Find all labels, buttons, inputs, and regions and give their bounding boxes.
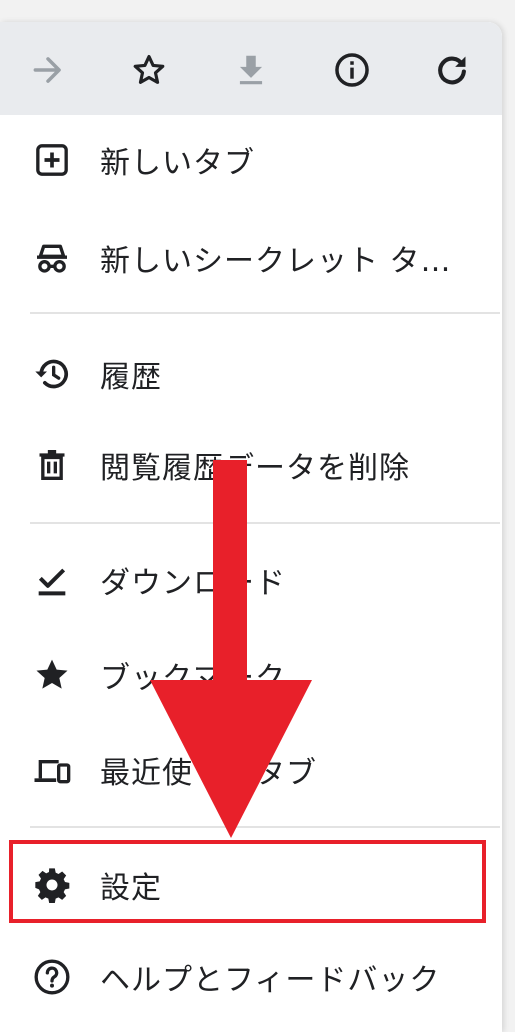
menu-item-label: 最近使ったタブ: [100, 756, 317, 791]
menu-item-label: ダウンロード: [100, 566, 286, 601]
reload-icon: [438, 56, 466, 85]
menu-divider: [30, 312, 500, 314]
forward-icon: [33, 57, 61, 83]
menu-item-bookmarks[interactable]: ブックマーク: [0, 630, 502, 720]
menu-item-new-tab[interactable]: 新しいタブ: [0, 115, 502, 205]
help-icon: [30, 955, 74, 999]
menu-item-label: 設定: [100, 871, 162, 906]
menu-divider: [30, 826, 500, 828]
trash-icon: [30, 443, 74, 487]
history-icon: [30, 352, 74, 396]
forward-button[interactable]: [26, 48, 70, 92]
bookmark-page-button[interactable]: [127, 48, 171, 92]
incognito-icon: [30, 236, 74, 280]
download-page-button[interactable]: [229, 48, 273, 92]
menu-item-label: 新しいシークレット タ…: [100, 244, 452, 279]
menu-divider: [30, 522, 500, 524]
menu-item-settings[interactable]: 設定: [0, 840, 502, 930]
menu-item-incognito-tab[interactable]: 新しいシークレット タ…: [0, 213, 502, 303]
info-icon: [335, 53, 369, 87]
menu-item-recent-tabs[interactable]: 最近使ったタブ: [0, 725, 502, 815]
menu-item-label: 履歴: [100, 360, 162, 395]
menu-toolbar: [0, 22, 502, 115]
settings-gear-icon: [30, 863, 74, 907]
devices-icon: [30, 748, 74, 792]
downloads-check-icon: [30, 558, 74, 602]
menu-item-history[interactable]: 履歴: [0, 329, 502, 419]
bookmark-star-icon: [133, 54, 165, 84]
menu-item-label: 新しいタブ: [100, 146, 255, 181]
menu-item-clear-browsing-data[interactable]: 閲覧履歴データを削除: [0, 420, 502, 510]
chrome-overflow-menu: 新しいタブ 新しいシークレット タ… 履歴 閲覧履歴データを削除 ダウンロード …: [0, 22, 502, 1032]
bookmarks-star-icon: [30, 653, 74, 697]
menu-item-label: ブックマーク: [100, 661, 286, 696]
page-info-button[interactable]: [330, 48, 374, 92]
menu-item-label: 閲覧履歴データを削除: [100, 451, 410, 486]
download-icon: [239, 55, 263, 85]
menu-item-label: ヘルプとフィードバック: [100, 963, 441, 998]
reload-button[interactable]: [430, 48, 474, 92]
new-tab-icon: [30, 138, 74, 182]
menu-item-help-feedback[interactable]: ヘルプとフィードバック: [0, 932, 502, 1022]
menu-item-downloads[interactable]: ダウンロード: [0, 535, 502, 625]
